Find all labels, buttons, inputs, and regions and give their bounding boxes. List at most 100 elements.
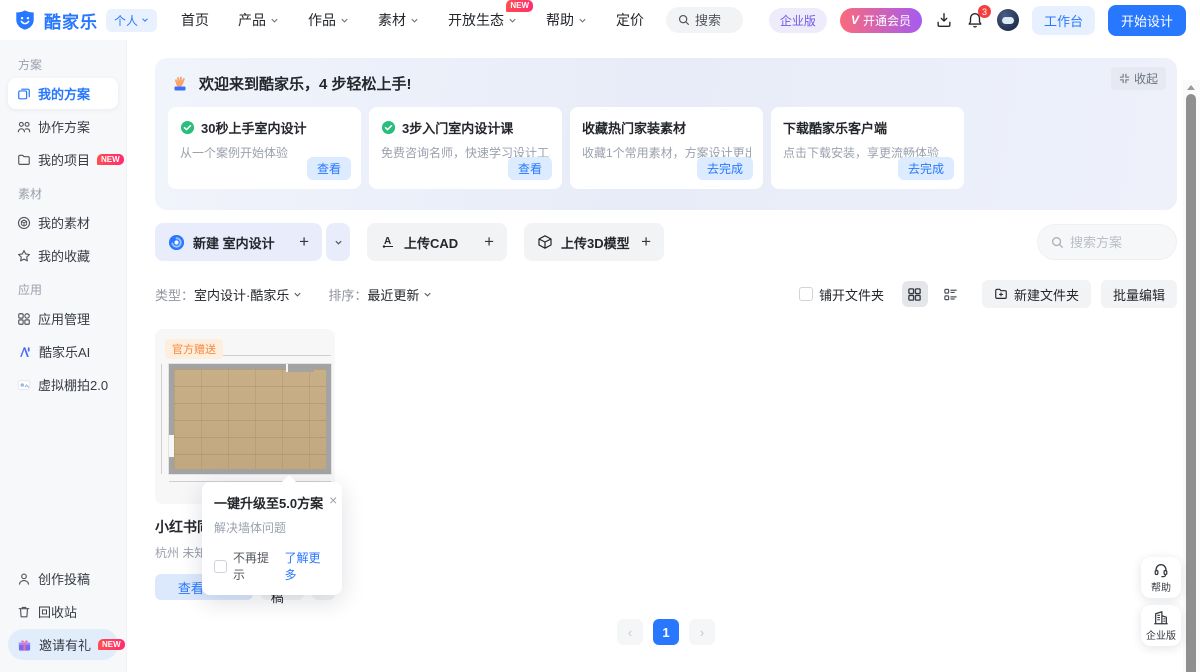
tooltip-title: 一键升级至5.0方案: [214, 493, 323, 512]
folder-plus-icon: [994, 287, 1008, 301]
collapse-banner-button[interactable]: 收起: [1111, 67, 1166, 90]
actions-toolbar: 新建 室内设计 + A 上传CAD + 上传3D模型 +: [155, 223, 1177, 261]
pagination: ‹ 1 ›: [155, 619, 1177, 645]
user-avatar[interactable]: [997, 9, 1019, 31]
chevron-down-icon: [578, 16, 587, 25]
logo-text[interactable]: 酷家乐: [44, 8, 98, 33]
ai-icon: [17, 345, 32, 359]
headset-icon: [1153, 562, 1169, 578]
left-sidebar: 方案 我的方案 协作方案 我的项目 NEW 素材 我的素材 我的收藏: [0, 40, 127, 672]
new-design-dropdown-button[interactable]: [326, 223, 350, 261]
folder-icon: [17, 153, 31, 167]
nav-item-materials[interactable]: 素材: [378, 10, 419, 30]
tooltip-desc: 解决墙体问题: [214, 519, 330, 536]
wave-hand-icon: [170, 74, 190, 94]
scroll-up-arrow[interactable]: [1187, 85, 1195, 90]
download-client-button[interactable]: [935, 11, 953, 29]
notifications-button[interactable]: 3: [966, 11, 984, 29]
star-icon: [17, 249, 31, 263]
current-page-button[interactable]: 1: [653, 619, 679, 645]
help-floating-button[interactable]: 帮助: [1141, 557, 1181, 598]
learn-more-link[interactable]: 了解更多: [285, 549, 331, 583]
open-membership-button[interactable]: V 开通会员: [840, 8, 922, 33]
search-icon: [1051, 236, 1064, 249]
plan-search[interactable]: [1037, 224, 1177, 260]
section-title-apps: 应用: [8, 273, 118, 303]
dont-remind-checkbox[interactable]: [214, 560, 227, 573]
search-input[interactable]: [695, 13, 731, 28]
sort-filter-label: 排序：: [328, 285, 367, 304]
start-design-button[interactable]: 开始设计: [1108, 5, 1186, 36]
nav-item-pricing[interactable]: 定价: [616, 10, 644, 30]
check-circle-icon: [180, 120, 195, 135]
nav-item-help[interactable]: 帮助: [546, 10, 587, 30]
list-view-icon: [943, 287, 958, 302]
next-page-button[interactable]: ›: [689, 619, 715, 645]
section-title-plans: 方案: [8, 48, 118, 78]
scrollbar-thumb[interactable]: [1186, 94, 1196, 672]
upload-3d-model-button[interactable]: 上传3D模型 +: [524, 223, 664, 261]
batch-edit-button[interactable]: 批量编辑: [1101, 280, 1177, 308]
account-switcher[interactable]: 个人: [106, 9, 157, 32]
floor-plan-image: [169, 364, 331, 474]
main-content: 欢迎来到酷家乐，4 步轻松上手! 收起 30秒上手室内设计 从一个案例开始体验 …: [127, 40, 1200, 672]
list-view-button[interactable]: [938, 281, 964, 307]
nav-item-works[interactable]: 作品: [308, 10, 349, 30]
prev-page-button[interactable]: ‹: [617, 619, 643, 645]
complete-button[interactable]: 去完成: [898, 157, 954, 180]
type-filter-label: 类型：: [155, 285, 194, 304]
complete-button[interactable]: 去完成: [697, 157, 753, 180]
svg-text:A: A: [384, 236, 391, 247]
grid-view-button[interactable]: [902, 281, 928, 307]
upload-cad-button[interactable]: A 上传CAD +: [367, 223, 507, 261]
official-gift-badge: 官方赠送: [165, 339, 223, 359]
chevron-down-icon: [270, 16, 279, 25]
plus-icon: +: [299, 232, 309, 252]
material-box-icon: [17, 216, 31, 230]
plan-search-input[interactable]: [1070, 235, 1160, 250]
sidebar-item-kujiale-ai[interactable]: 酷家乐AI: [8, 336, 118, 367]
sidebar-item-my-favorites[interactable]: 我的收藏: [8, 240, 118, 271]
global-search[interactable]: [666, 7, 743, 33]
sidebar-item-my-projects[interactable]: 我的项目 NEW: [8, 144, 118, 175]
search-icon: [678, 14, 690, 26]
enterprise-floating-button[interactable]: 企业版: [1141, 605, 1181, 646]
type-filter-dropdown[interactable]: 室内设计·酷家乐: [194, 285, 302, 304]
view-button[interactable]: 查看: [307, 157, 351, 180]
view-button[interactable]: 查看: [508, 157, 552, 180]
building-icon: [1153, 610, 1169, 626]
sidebar-item-creator-submit[interactable]: 创作投稿: [8, 563, 118, 594]
welcome-banner: 欢迎来到酷家乐，4 步轻松上手! 收起 30秒上手室内设计 从一个案例开始体验 …: [155, 58, 1177, 210]
sidebar-item-virtual-studio[interactable]: 虚拟棚拍2.0: [8, 369, 118, 400]
sidebar-item-app-management[interactable]: 应用管理: [8, 303, 118, 334]
sidebar-item-invite-gift[interactable]: 邀请有礼 NEW: [8, 629, 118, 660]
sidebar-item-collab-plans[interactable]: 协作方案: [8, 111, 118, 142]
chevron-down-icon: [293, 290, 302, 299]
nav-item-products[interactable]: 产品: [238, 10, 279, 30]
new-interior-design-button[interactable]: 新建 室内设计 +: [155, 223, 322, 261]
check-circle-icon: [381, 120, 396, 135]
enterprise-edition-button[interactable]: 企业版: [769, 8, 827, 33]
plan-thumbnail[interactable]: 官方赠送: [155, 329, 335, 504]
kujiale-logo-icon[interactable]: [14, 9, 36, 31]
sidebar-item-my-materials[interactable]: 我的素材: [8, 207, 118, 238]
sidebar-item-my-plans[interactable]: 我的方案: [8, 78, 118, 109]
expand-folders-toggle[interactable]: 铺开文件夹: [799, 285, 884, 304]
chevron-down-icon: [410, 16, 419, 25]
nav-item-ecosystem[interactable]: 开放生态 NEW: [448, 10, 517, 30]
onboarding-card-2: 3步入门室内设计课 免费咨询名师，快速学习设计工具 查看: [369, 107, 562, 189]
new-badge: NEW: [97, 154, 124, 166]
vertical-scrollbar[interactable]: [1183, 80, 1200, 672]
expand-folders-checkbox[interactable]: [799, 287, 813, 301]
close-icon[interactable]: ×: [329, 493, 337, 507]
people-icon: [17, 120, 31, 134]
top-navbar: 酷家乐 个人 首页 产品 作品 素材 开放生态 NEW 帮助 定价 企业版: [0, 0, 1200, 40]
sidebar-item-recycle-bin[interactable]: 回收站: [8, 596, 118, 627]
workspace-button[interactable]: 工作台: [1032, 6, 1095, 35]
person-icon: [17, 572, 31, 586]
filter-toolbar: 类型： 室内设计·酷家乐 排序： 最近更新 铺开文件夹: [155, 280, 1177, 308]
nav-item-home[interactable]: 首页: [181, 10, 209, 30]
sort-filter-dropdown[interactable]: 最近更新: [367, 285, 432, 304]
new-folder-button[interactable]: 新建文件夹: [982, 280, 1091, 308]
plus-icon: +: [484, 232, 494, 252]
